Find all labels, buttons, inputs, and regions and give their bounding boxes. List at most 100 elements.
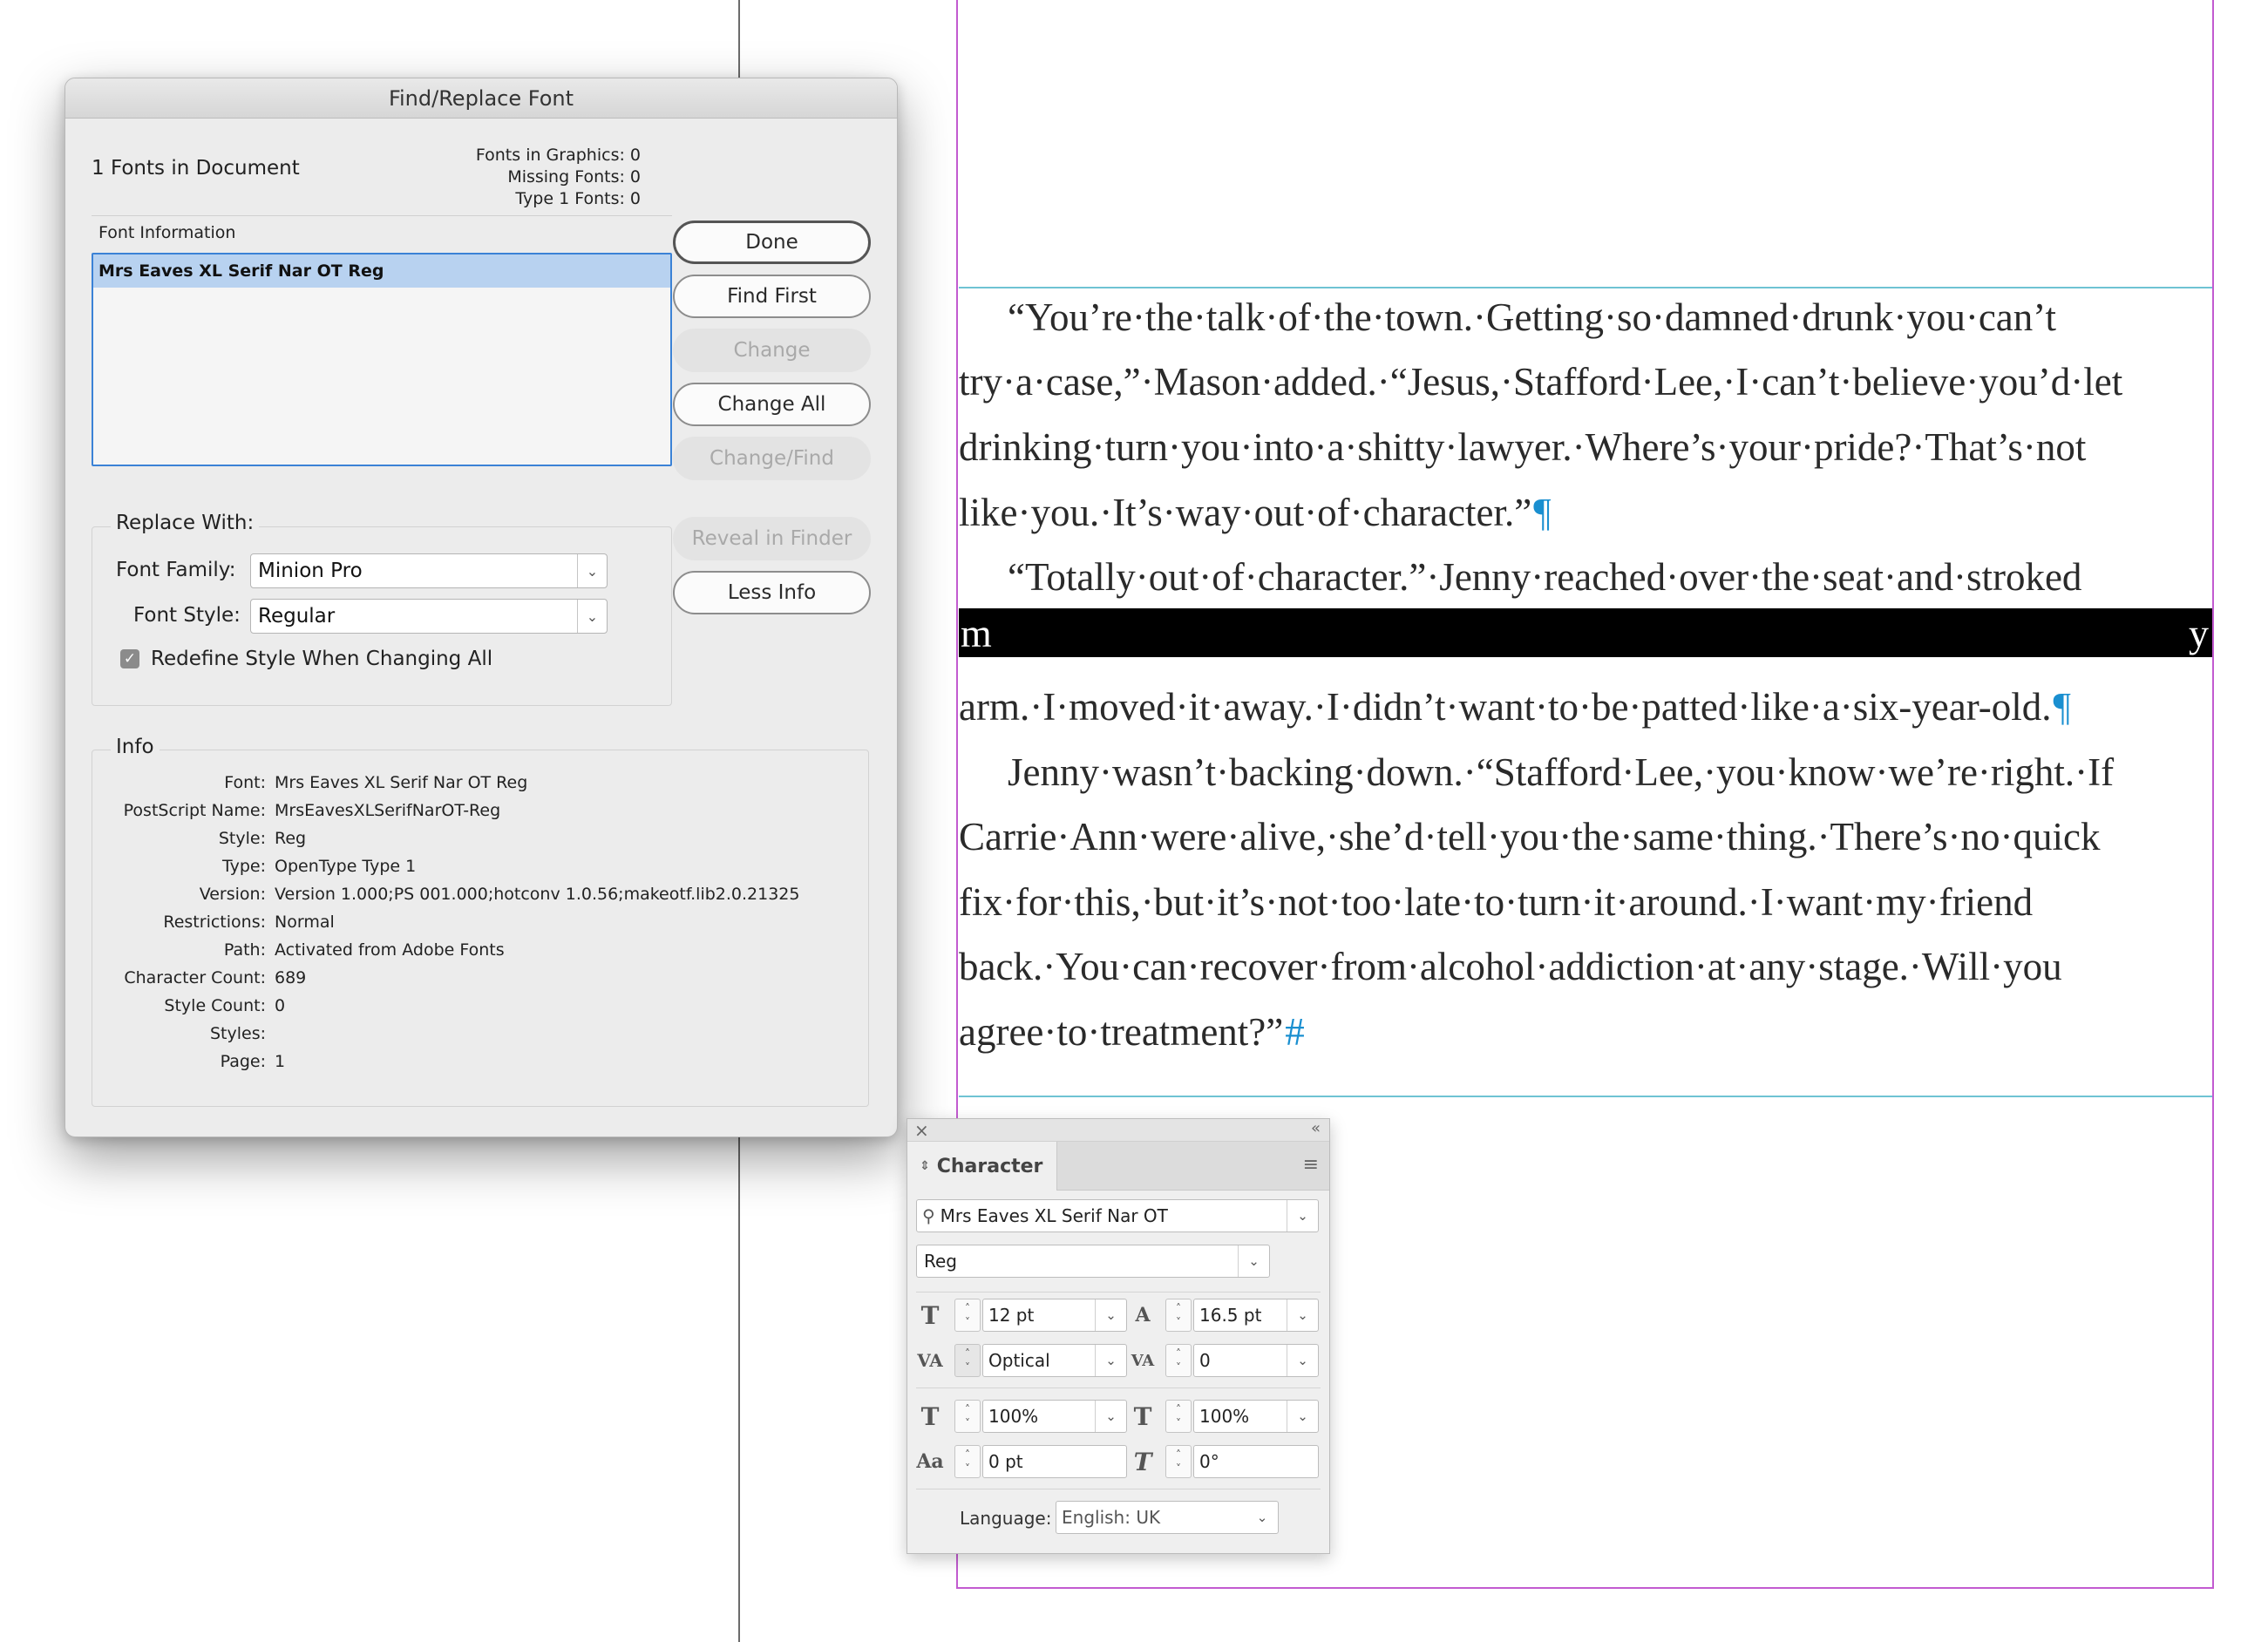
change-find-button[interactable]: Change/Find <box>673 437 871 480</box>
info-row-character-count: Character Count: 689 <box>124 968 307 987</box>
fonts-in-graphics: Fonts in Graphics: 0 <box>475 146 641 165</box>
kerning-stepper[interactable]: ˄ ˅ <box>954 1344 981 1377</box>
info-label: Info <box>111 736 160 758</box>
chevron-down-icon[interactable]: ⌄ <box>1095 1345 1126 1376</box>
overset-text-left: m <box>961 610 992 655</box>
baseline-shift-value: 0 pt <box>988 1451 1023 1472</box>
overset-line: m y <box>959 608 2212 657</box>
chevron-down-icon[interactable]: ⌄ <box>1095 1299 1126 1331</box>
change-all-button[interactable]: Change All <box>673 383 871 426</box>
fonts-in-document: 1 Fonts in Document <box>92 157 300 180</box>
info-row-path: Path: Activated from Adobe Fonts <box>223 940 505 960</box>
divider <box>916 1292 1321 1293</box>
skew-stepper[interactable]: ˄ ˅ <box>1165 1445 1192 1478</box>
collapse-icon[interactable]: « <box>1311 1119 1321 1137</box>
kerning-field[interactable]: Optical ⌄ <box>982 1344 1127 1377</box>
info-row-style-count: Style Count: 0 <box>164 996 286 1015</box>
leading-field[interactable]: 16.5 pt ⌄ <box>1193 1299 1319 1332</box>
info-row-style: Style: Reg <box>218 829 307 848</box>
text-line: back.·You·can·recover·from·alcohol·addic… <box>959 945 2062 988</box>
font-list-item[interactable]: Mrs Eaves XL Serif Nar OT Reg <box>93 254 670 288</box>
type1-fonts: Type 1 Fonts: 0 <box>515 189 641 208</box>
redefine-style-label[interactable]: Redefine Style When Changing All <box>151 648 492 670</box>
font-stats: Fonts in Graphics: 0 Missing Fonts: 0 Ty… <box>476 145 641 210</box>
end-of-story-mark: # <box>1285 1010 1305 1054</box>
less-info-button[interactable]: Less Info <box>673 571 871 614</box>
baseline-shift-field[interactable]: 0 pt <box>982 1445 1127 1478</box>
tracking-icon: VA <box>1131 1351 1155 1370</box>
change-button[interactable]: Change <box>673 329 871 372</box>
baseline-shift-stepper[interactable]: ˄ ˅ <box>954 1445 981 1478</box>
leading-icon: A <box>1135 1304 1151 1326</box>
find-replace-font-dialog: Find/Replace Font 1 Fonts in Document Fo… <box>65 78 898 1137</box>
updown-icon: ⇕ <box>920 1159 930 1173</box>
panel-titlebar[interactable]: × « <box>907 1119 1329 1142</box>
chevron-down-icon[interactable]: ⌄ <box>1287 1200 1318 1232</box>
skew-icon: T <box>1133 1447 1152 1476</box>
font-size-value: 12 pt <box>988 1305 1035 1326</box>
story-text[interactable]: “You’re·the·talk·of·the·town.·Getting·so… <box>959 287 2212 1097</box>
font-information-label: Font Information <box>98 223 236 242</box>
font-size-stepper[interactable]: ˄ ˅ <box>954 1299 981 1332</box>
horizontal-scale-field[interactable]: 100% ⌄ <box>1193 1400 1319 1433</box>
leading-stepper[interactable]: ˄ ˅ <box>1165 1299 1192 1332</box>
font-size-field[interactable]: 12 pt ⌄ <box>982 1299 1127 1332</box>
chevron-down-icon[interactable]: ⌄ <box>1287 1299 1318 1331</box>
font-style-value: Reg <box>924 1251 957 1272</box>
chevron-down-icon[interactable]: ⌄ <box>1238 1245 1269 1277</box>
vertical-scale-stepper[interactable]: ˄ ˅ <box>954 1400 981 1433</box>
text-line: try·a·case,”·Mason·added.·“Jesus,·Staffo… <box>959 360 2123 404</box>
info-row-font: Font: Mrs Eaves XL Serif Nar OT Reg <box>224 773 528 792</box>
tab-character[interactable]: ⇕ Character <box>907 1142 1057 1191</box>
chevron-down-icon[interactable]: ⌄ <box>577 554 607 587</box>
kerning-value: Optical <box>988 1350 1050 1371</box>
kerning-icon: VA <box>917 1350 943 1371</box>
language-select[interactable]: English: UK ⌄ <box>1056 1501 1279 1534</box>
font-list[interactable]: Mrs Eaves XL Serif Nar OT Reg <box>92 253 672 466</box>
dialog-title[interactable]: Find/Replace Font <box>65 78 897 119</box>
text-line: fix·for·this,·but·it’s·not·too·late·to·t… <box>959 880 2034 924</box>
skew-field[interactable]: 0° <box>1193 1445 1319 1478</box>
chevron-down-icon[interactable]: ⌄ <box>1287 1401 1318 1432</box>
tracking-value: 0 <box>1199 1350 1211 1371</box>
text-line: agree·to·treatment?” # <box>959 1010 1305 1054</box>
panel-menu-icon[interactable]: ≡ <box>1303 1154 1319 1176</box>
text-line: “You’re·the·talk·of·the·town.·Getting·so… <box>1008 295 2056 339</box>
info-row-styles: Styles: <box>209 1024 266 1043</box>
font-style-select[interactable]: Regular ⌄ <box>250 599 608 634</box>
font-family-value: Mrs Eaves XL Serif Nar OT <box>940 1205 1168 1226</box>
close-icon[interactable]: × <box>914 1120 929 1141</box>
chevron-down-icon[interactable]: ⌄ <box>1095 1401 1126 1432</box>
font-family-field[interactable]: ⚲ Mrs Eaves XL Serif Nar OT ⌄ <box>916 1199 1319 1232</box>
text-line: Carrie·Ann·were·alive,·she’d·tell·you·th… <box>959 815 2101 858</box>
pilcrow-mark: ¶ <box>2053 685 2071 729</box>
text-line: like·you.·It’s·way·out·of·character.” ¶ <box>959 491 1552 534</box>
chevron-down-icon[interactable]: ⌄ <box>1287 1345 1318 1376</box>
text-line: Jenny·wasn’t·backing·down.·“Stafford·Lee… <box>1008 750 2115 794</box>
text-line: drinking·turn·you·into·a·shitty·lawyer.·… <box>959 425 2087 469</box>
find-first-button[interactable]: Find First <box>673 275 871 318</box>
done-button[interactable]: Done <box>673 221 871 264</box>
tab-character-label: Character <box>936 1155 1043 1177</box>
vertical-scale-field[interactable]: 100% ⌄ <box>982 1400 1127 1433</box>
chevron-down-icon[interactable]: ⌄ <box>1246 1502 1278 1533</box>
leading-value: 16.5 pt <box>1199 1305 1262 1326</box>
language-label: Language: <box>960 1508 1052 1529</box>
font-style-field[interactable]: Reg ⌄ <box>916 1245 1270 1278</box>
redefine-style-checkbox[interactable]: ✓ <box>120 649 139 668</box>
info-row-postscript: PostScript Name: MrsEavesXLSerifNarOT-Reg <box>123 801 501 820</box>
baseline-shift-icon: Aa <box>916 1450 944 1473</box>
info-row-restrictions: Restrictions: Normal <box>163 913 335 932</box>
font-family-value: Minion Pro <box>258 560 363 582</box>
replace-with-label: Replace With: <box>111 512 260 534</box>
skew-value: 0° <box>1199 1451 1219 1472</box>
horizontal-scale-stepper[interactable]: ˄ ˅ <box>1165 1400 1192 1433</box>
font-family-label: Font Family: <box>116 559 236 581</box>
tracking-stepper[interactable]: ˄ ˅ <box>1165 1344 1192 1377</box>
tracking-field[interactable]: 0 ⌄ <box>1193 1344 1319 1377</box>
vertical-scale-icon: T <box>920 1401 940 1431</box>
chevron-down-icon[interactable]: ⌄ <box>577 600 607 633</box>
missing-fonts: Missing Fonts: 0 <box>507 167 641 187</box>
reveal-in-finder-button[interactable]: Reveal in Finder <box>673 517 871 560</box>
font-family-select[interactable]: Minion Pro ⌄ <box>250 553 608 588</box>
